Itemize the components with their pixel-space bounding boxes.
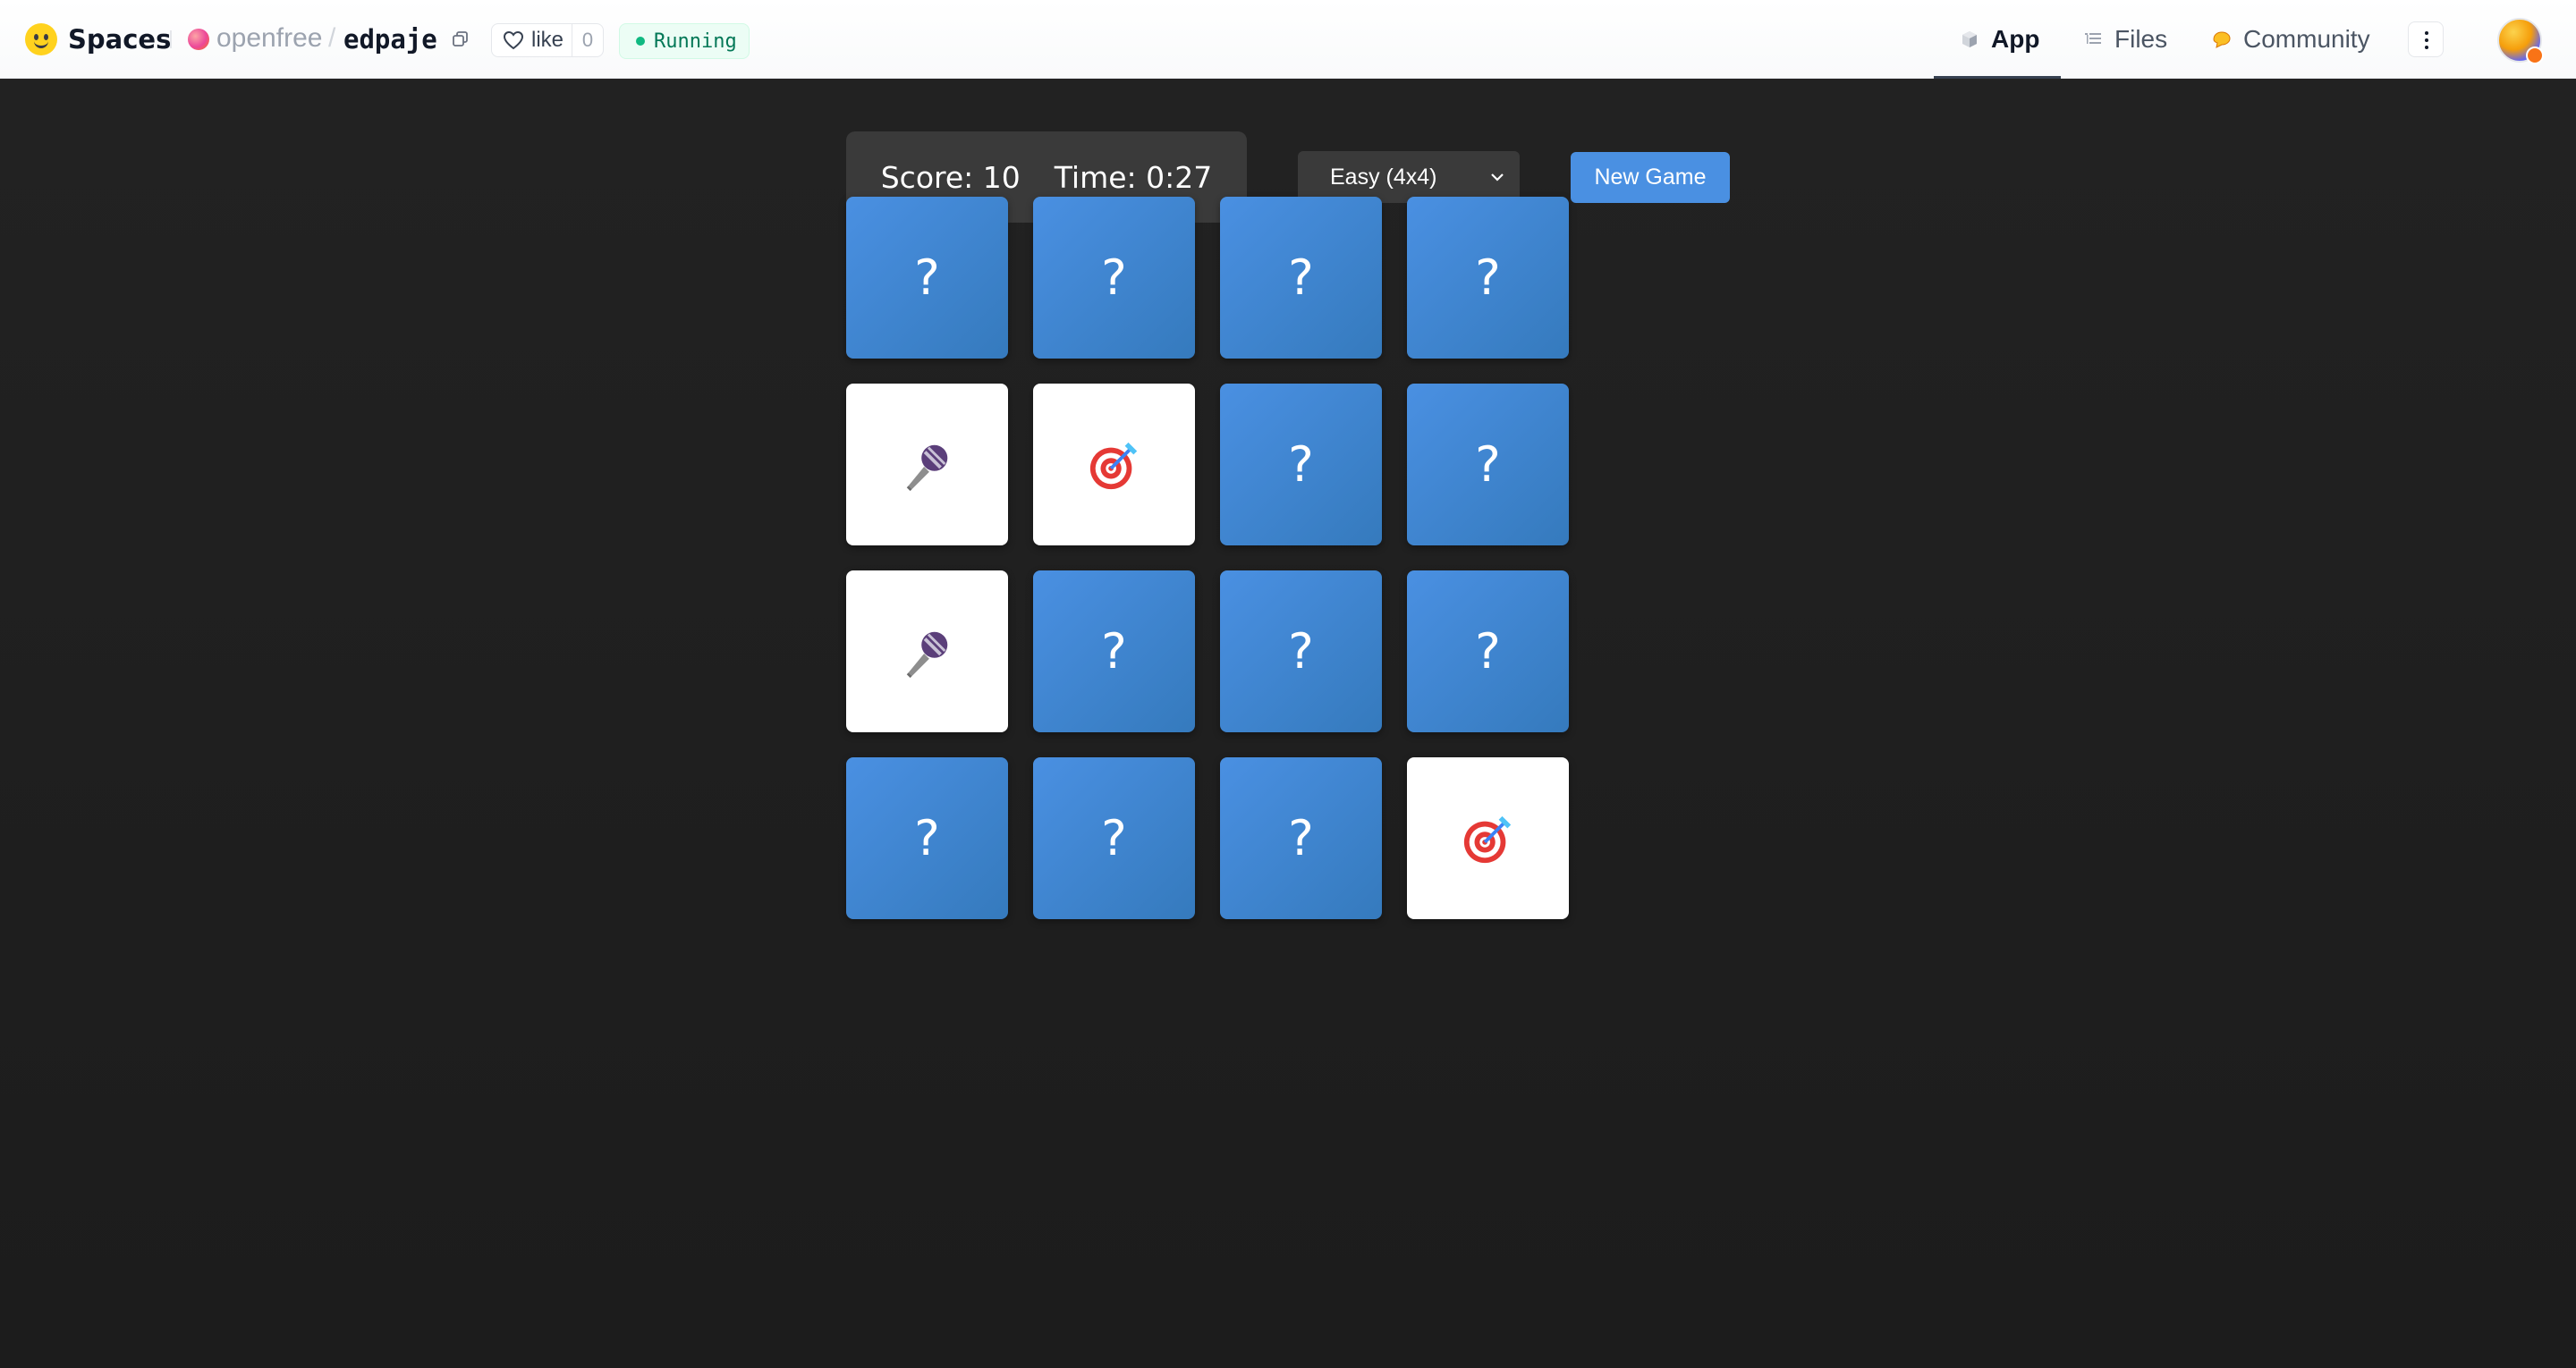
microphone-emoji-icon bbox=[906, 444, 947, 491]
question-mark: ? bbox=[1288, 623, 1314, 680]
spaces-brand-link[interactable]: Spaces bbox=[25, 21, 171, 57]
question-mark: ? bbox=[1288, 810, 1314, 866]
app-area: Score: 10 Time: 0:27 Easy (4x4) New Game… bbox=[0, 79, 2576, 1368]
tab-app[interactable]: App bbox=[1959, 20, 2039, 59]
owner-avatar[interactable] bbox=[188, 29, 209, 50]
tab-community[interactable]: Community bbox=[2211, 20, 2370, 59]
memory-card[interactable]: ? bbox=[1407, 197, 1569, 359]
question-mark: ? bbox=[1101, 249, 1127, 306]
memory-card[interactable]: ? bbox=[1220, 570, 1382, 732]
question-mark: ? bbox=[1288, 249, 1314, 306]
memory-card[interactable] bbox=[846, 384, 1008, 545]
tab-files-label: Files bbox=[2114, 25, 2168, 53]
question-mark: ? bbox=[1475, 249, 1501, 306]
dart-target-icon bbox=[1089, 442, 1137, 489]
repo-separator: / bbox=[328, 23, 336, 53]
community-icon bbox=[2213, 31, 2231, 48]
memory-card[interactable]: ? bbox=[1407, 570, 1569, 732]
status-dot-icon bbox=[636, 37, 645, 46]
score-display: Score: 10 bbox=[880, 159, 1021, 195]
hugging-face-logo-icon bbox=[25, 23, 57, 55]
chevron-down-icon bbox=[1491, 173, 1504, 182]
memory-card[interactable]: ? bbox=[1220, 757, 1382, 919]
memory-card[interactable]: ? bbox=[1220, 384, 1382, 545]
new-game-button[interactable]: New Game bbox=[1571, 152, 1730, 203]
tab-files[interactable]: Files bbox=[2082, 20, 2167, 59]
copy-icon[interactable] bbox=[452, 30, 470, 48]
memory-card[interactable] bbox=[846, 570, 1008, 732]
menu-dot bbox=[2425, 38, 2428, 42]
memory-card[interactable]: ? bbox=[1220, 197, 1382, 359]
menu-dot bbox=[2425, 46, 2428, 49]
tab-community-label: Community bbox=[2243, 25, 2370, 53]
difficulty-value: Easy (4x4) bbox=[1330, 165, 1437, 190]
question-mark: ? bbox=[1101, 623, 1127, 680]
question-mark: ? bbox=[1101, 810, 1127, 866]
like-count: 0 bbox=[572, 24, 603, 56]
menu-dot bbox=[2425, 31, 2428, 35]
brand-name: Spaces bbox=[68, 24, 172, 55]
question-mark: ? bbox=[1288, 436, 1314, 493]
memory-card[interactable]: ? bbox=[1033, 757, 1195, 919]
memory-card[interactable] bbox=[1407, 757, 1569, 919]
memory-card[interactable]: ? bbox=[1407, 384, 1569, 545]
dart-target-icon bbox=[1463, 815, 1511, 863]
difficulty-select[interactable]: Easy (4x4) bbox=[1298, 151, 1520, 203]
memory-card[interactable]: ? bbox=[846, 757, 1008, 919]
question-mark: ? bbox=[1475, 623, 1501, 680]
divider bbox=[170, 30, 172, 48]
repo-name-link[interactable]: edpaje bbox=[343, 24, 437, 55]
question-mark: ? bbox=[914, 810, 940, 866]
status-badge[interactable]: Running bbox=[619, 23, 750, 59]
more-options-button[interactable] bbox=[2408, 21, 2444, 57]
heart-icon bbox=[503, 30, 524, 50]
files-icon bbox=[2085, 33, 2101, 44]
question-mark: ? bbox=[1475, 436, 1501, 493]
app-cube-icon bbox=[1962, 31, 1977, 47]
memory-card[interactable]: ? bbox=[1033, 197, 1195, 359]
top-bar: Spaces openfree / edpaje like 0 Running … bbox=[0, 0, 2576, 79]
tab-app-label: App bbox=[1991, 25, 2040, 53]
memory-card[interactable]: ? bbox=[846, 197, 1008, 359]
repo-owner-link[interactable]: openfree bbox=[216, 23, 322, 54]
status-text: Running bbox=[654, 30, 737, 53]
memory-card[interactable]: ? bbox=[1033, 570, 1195, 732]
question-mark: ? bbox=[914, 249, 940, 306]
timer-display: Time: 0:27 bbox=[1054, 159, 1213, 195]
microphone-emoji-icon bbox=[906, 631, 947, 678]
like-label: like bbox=[531, 28, 564, 52]
user-avatar[interactable] bbox=[2497, 18, 2544, 64]
like-button[interactable]: like 0 bbox=[491, 23, 604, 57]
memory-card[interactable] bbox=[1033, 384, 1195, 545]
